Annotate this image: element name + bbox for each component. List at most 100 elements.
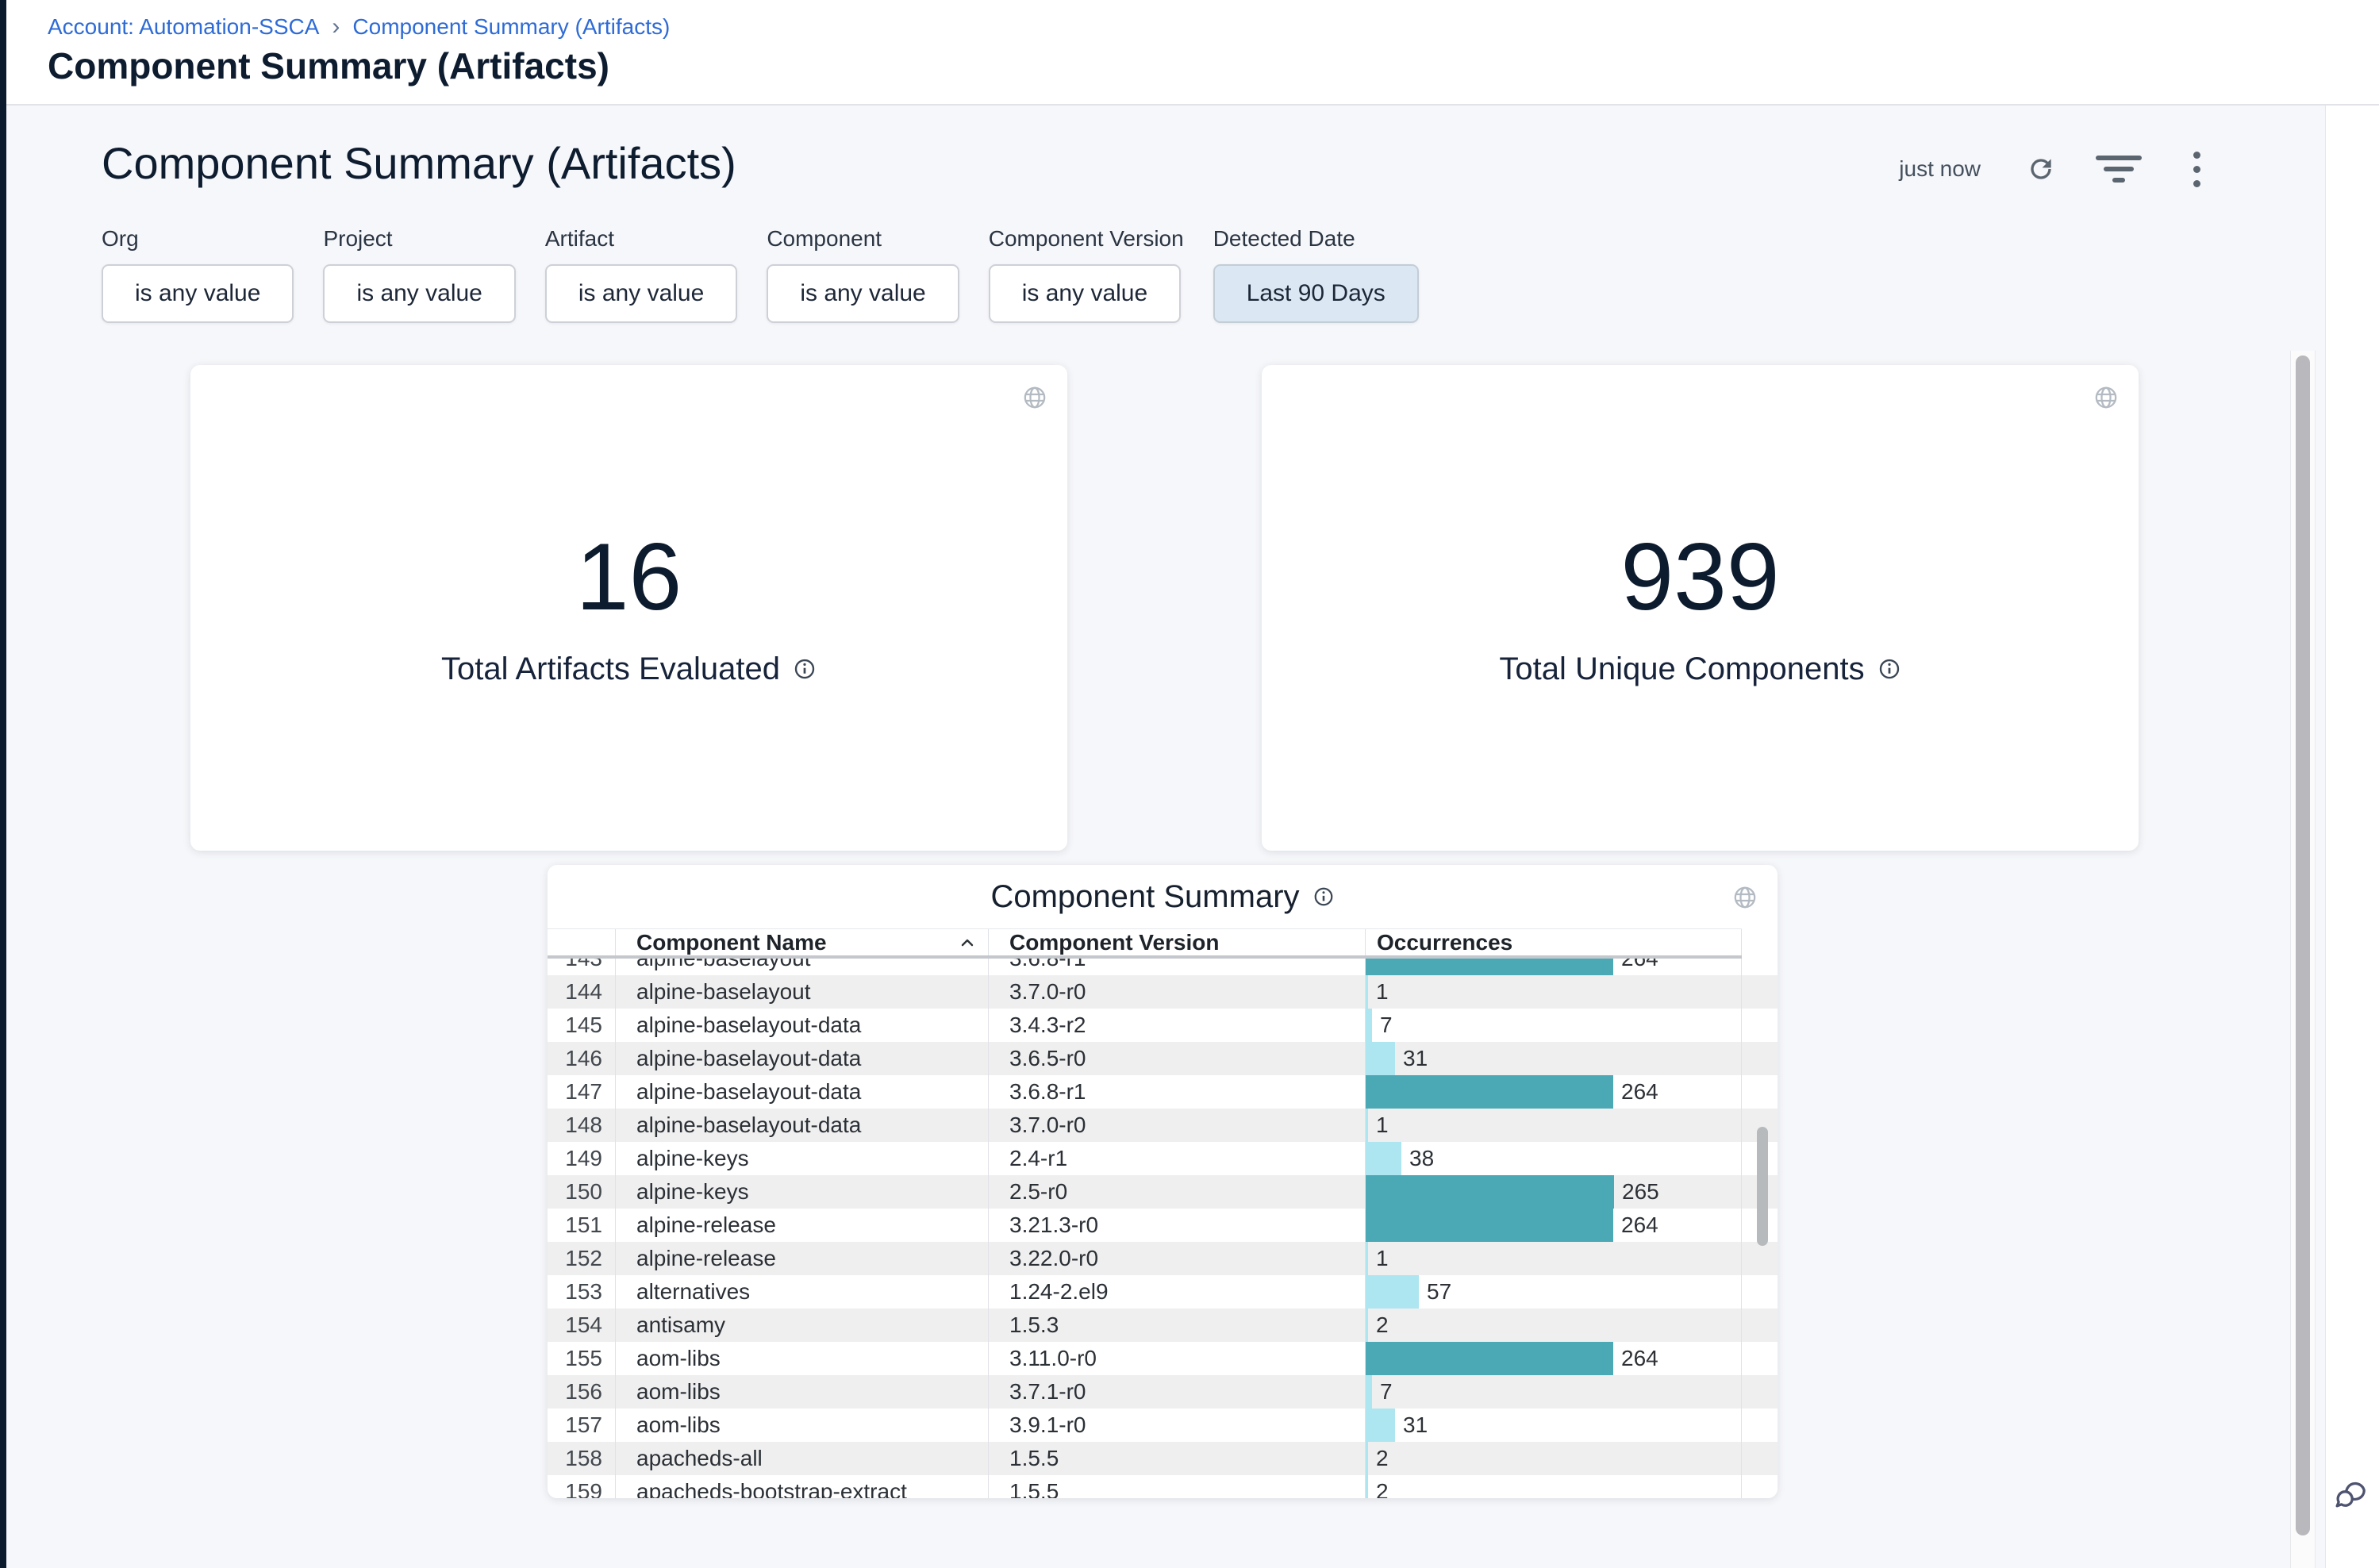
dashboard-actions-menu-button[interactable] (2179, 152, 2214, 186)
stat-label: Total Unique Components (1499, 651, 1901, 687)
info-icon[interactable] (1312, 886, 1335, 908)
filter-group-artifact: Artifact is any value (545, 226, 737, 323)
cell-component-version: 3.6.8-r1 (988, 959, 1365, 975)
cell-component-version: 3.6.5-r0 (988, 1042, 1365, 1075)
occurrence-value: 265 (1622, 1179, 1659, 1205)
filter-label: Org (102, 226, 294, 252)
table-row[interactable]: 150 alpine-keys 2.5-r0 265 (548, 1175, 1778, 1209)
table-row[interactable]: 149 alpine-keys 2.4-r1 38 (548, 1142, 1778, 1175)
column-header-label: Occurrences (1377, 930, 1512, 955)
table-row[interactable]: 144 alpine-baselayout 3.7.0-r0 1 (548, 975, 1778, 1009)
table-row[interactable]: 158 apacheds-all 1.5.5 2 (548, 1442, 1778, 1475)
refresh-button[interactable] (2023, 152, 2058, 186)
table-row[interactable]: 143 alpine-baselayout 3.6.8-r1 264 (548, 959, 1778, 975)
occurrence-bar (1366, 1075, 1613, 1109)
cell-occurrences: 38 (1365, 1142, 1742, 1175)
row-spacer (1742, 975, 1778, 1009)
cell-component-version: 1.5.5 (988, 1442, 1365, 1475)
occurrence-bar (1366, 1242, 1368, 1275)
occurrence-bar (1366, 1175, 1614, 1209)
dashboard-filters-button[interactable] (2101, 152, 2136, 186)
page-scrollbar-thumb[interactable] (2296, 355, 2310, 1535)
row-spacer (1742, 1409, 1778, 1442)
table-scrollbar-thumb[interactable] (1757, 1127, 1768, 1246)
occurrence-value: 7 (1380, 1379, 1393, 1405)
occurrence-bar (1366, 1409, 1395, 1442)
cell-occurrences: 264 (1365, 1342, 1742, 1375)
filter-group-project: Project is any value (323, 226, 515, 323)
row-index: 158 (548, 1442, 615, 1475)
filter-value-button-detected-date[interactable]: Last 90 Days (1213, 264, 1419, 323)
table-row[interactable]: 147 alpine-baselayout-data 3.6.8-r1 264 (548, 1075, 1778, 1109)
table-row[interactable]: 155 aom-libs 3.11.0-r0 264 (548, 1342, 1778, 1375)
table-row[interactable]: 145 alpine-baselayout-data 3.4.3-r2 7 (548, 1009, 1778, 1042)
cell-component-version: 1.24-2.el9 (988, 1275, 1365, 1309)
row-index: 146 (548, 1042, 615, 1075)
row-spacer (1742, 959, 1778, 975)
occurrence-bar (1366, 959, 1613, 975)
occurrence-value: 38 (1409, 1146, 1434, 1171)
table-row[interactable]: 146 alpine-baselayout-data 3.6.5-r0 31 (548, 1042, 1778, 1075)
dashboard-area: Component Summary (Artifacts) just now (6, 106, 2325, 1568)
occurrence-bar (1366, 1009, 1372, 1042)
info-icon[interactable] (1877, 657, 1901, 681)
cell-component-version: 3.7.1-r0 (988, 1375, 1365, 1409)
column-header-component-version[interactable]: Component Version (988, 929, 1365, 955)
cell-occurrences: 2 (1365, 1309, 1742, 1342)
table-row[interactable]: 159 apacheds-bootstrap-extract 1.5.5 2 (548, 1475, 1778, 1498)
table-row[interactable]: 154 antisamy 1.5.3 2 (548, 1309, 1778, 1342)
table-row[interactable]: 153 alternatives 1.24-2.el9 57 (548, 1275, 1778, 1309)
occurrence-value: 264 (1621, 1079, 1658, 1105)
filter-group-component-version: Component Version is any value (989, 226, 1184, 323)
filter-bar: Org is any value Project is any value Ar… (102, 226, 1419, 323)
info-icon[interactable] (793, 657, 817, 681)
row-spacer (1742, 1042, 1778, 1075)
cell-component-name: alpine-keys (615, 1175, 988, 1209)
filter-group-org: Org is any value (102, 226, 294, 323)
page-header: Account: Automation-SSCA › Component Sum… (6, 0, 2379, 106)
filter-label: Artifact (545, 226, 737, 252)
table-row[interactable]: 157 aom-libs 3.9.1-r0 31 (548, 1409, 1778, 1442)
cell-occurrences: 265 (1365, 1175, 1742, 1209)
breadcrumb-page-link[interactable]: Component Summary (Artifacts) (352, 14, 670, 40)
occurrence-value: 31 (1403, 1412, 1428, 1438)
collapsed-nav-rail[interactable] (0, 0, 6, 1568)
support-chat-button[interactable] (2331, 1476, 2369, 1514)
occurrence-value: 264 (1621, 1346, 1658, 1371)
cell-component-version: 3.4.3-r2 (988, 1009, 1365, 1042)
column-header-occurrences[interactable]: Occurrences (1365, 929, 1742, 955)
occurrence-bar (1366, 1342, 1613, 1375)
right-margin (2325, 106, 2379, 1568)
filter-value-button-component[interactable]: is any value (767, 264, 959, 323)
table-row[interactable]: 152 alpine-release 3.22.0-r0 1 (548, 1242, 1778, 1275)
last-refreshed-text: just now (1899, 156, 1981, 182)
filter-value-button-component-version[interactable]: is any value (989, 264, 1181, 323)
cell-occurrences: 7 (1365, 1375, 1742, 1409)
cell-component-name: alpine-baselayout-data (615, 1009, 988, 1042)
cell-occurrences: 264 (1365, 1075, 1742, 1109)
occurrence-bar (1366, 1475, 1368, 1498)
cell-occurrences: 2 (1365, 1442, 1742, 1475)
cell-component-version: 3.7.0-r0 (988, 1109, 1365, 1142)
column-header-component-name[interactable]: Component Name (615, 929, 988, 955)
filter-label: Component (767, 226, 959, 252)
cell-component-version: 3.6.8-r1 (988, 1075, 1365, 1109)
dashboard-controls: just now (1899, 152, 2214, 186)
cell-component-name: apacheds-bootstrap-extract (615, 1475, 988, 1498)
cell-component-name: alpine-baselayout (615, 959, 988, 975)
occurrence-value: 2 (1376, 1312, 1389, 1338)
row-index: 153 (548, 1275, 615, 1309)
occurrence-bar (1366, 1109, 1368, 1142)
filter-value-button-project[interactable]: is any value (323, 264, 515, 323)
table-row[interactable]: 148 alpine-baselayout-data 3.7.0-r0 1 (548, 1109, 1778, 1142)
breadcrumb-account-link[interactable]: Account: Automation-SSCA (48, 14, 319, 40)
row-index: 148 (548, 1109, 615, 1142)
globe-icon[interactable] (1731, 884, 1758, 911)
table-title-row: Component Summary (548, 865, 1778, 928)
filter-value-button-org[interactable]: is any value (102, 264, 294, 323)
table-header-row: Component Name Component Version Occurre… (548, 928, 1742, 959)
filter-value-button-artifact[interactable]: is any value (545, 264, 737, 323)
cell-occurrences: 57 (1365, 1275, 1742, 1309)
table-row[interactable]: 156 aom-libs 3.7.1-r0 7 (548, 1375, 1778, 1409)
table-row[interactable]: 151 alpine-release 3.21.3-r0 264 (548, 1209, 1778, 1242)
